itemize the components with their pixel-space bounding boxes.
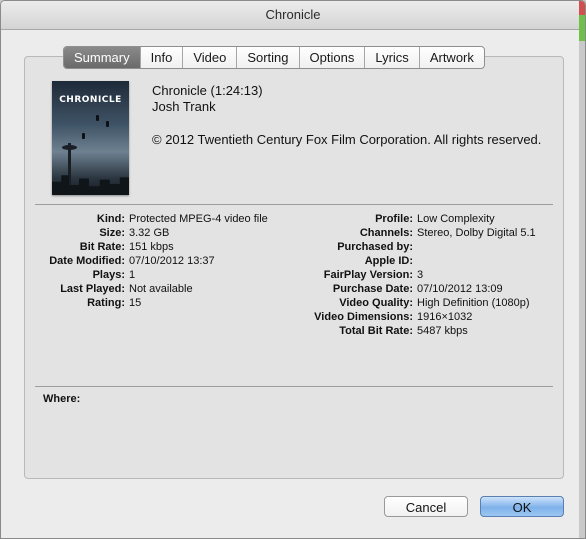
detail-row-total-bit-rate: Total Bit Rate: 5487 kbps <box>291 324 536 338</box>
detail-row-size: Size: 3.32 GB <box>35 226 268 240</box>
detail-value: Protected MPEG-4 video file <box>129 213 268 225</box>
artwork-flying-figure <box>96 115 99 121</box>
artwork-flying-figure <box>82 133 85 139</box>
detail-label: Rating: <box>87 297 125 309</box>
detail-label: Bit Rate: <box>79 241 125 253</box>
detail-value: 07/10/2012 13:37 <box>129 255 215 267</box>
detail-row-bit-rate: Bit Rate: 151 kbps <box>35 240 268 254</box>
detail-row-last-played: Last Played: Not available <box>35 282 268 296</box>
detail-label: Plays: <box>92 269 125 281</box>
where-label: Where: <box>43 393 81 405</box>
detail-row-rating: Rating: 15 <box>35 296 268 310</box>
detail-value: 151 kbps <box>129 241 174 253</box>
detail-row-fairplay-version: FairPlay Version: 3 <box>291 268 536 282</box>
detail-label: Apple ID: <box>364 255 413 267</box>
detail-row-apple-id: Apple ID: <box>291 254 536 268</box>
detail-value: 3 <box>417 269 424 281</box>
item-title: Chronicle (1:24:13) <box>152 83 263 98</box>
detail-label: Total Bit Rate: <box>339 325 413 337</box>
detail-label: FairPlay Version: <box>323 269 413 281</box>
detail-value: 3.32 GB <box>129 227 170 239</box>
movie-artwork: CHRONICLE <box>52 81 129 195</box>
detail-label: Date Modified: <box>49 255 125 267</box>
detail-value: Not available <box>129 283 193 295</box>
detail-label: Kind: <box>96 213 125 225</box>
detail-value: 1 <box>129 269 136 281</box>
detail-label: Video Dimensions: <box>314 311 413 323</box>
detail-value: 5487 kbps <box>417 325 468 337</box>
detail-row-profile: Profile: Low Complexity <box>291 212 536 226</box>
item-artist: Josh Trank <box>152 99 216 114</box>
tab-video[interactable]: Video <box>182 47 236 68</box>
cancel-button[interactable]: Cancel <box>384 496 468 517</box>
artwork-skyline <box>52 175 129 195</box>
artwork-flying-figure <box>106 121 109 127</box>
ok-button[interactable]: OK <box>480 496 564 517</box>
detail-label: Size: <box>99 227 125 239</box>
detail-label: Profile: <box>375 213 413 225</box>
tab-artwork[interactable]: Artwork <box>418 47 484 68</box>
detail-row-channels: Channels: Stereo, Dolby Digital 5.1 <box>291 226 536 240</box>
window-title: Chronicle <box>1 1 585 30</box>
background-window-edge <box>579 1 585 538</box>
tab-lyrics[interactable]: Lyrics <box>364 47 418 68</box>
detail-value: High Definition (1080p) <box>417 297 530 309</box>
detail-label: Purchased by: <box>337 241 413 253</box>
detail-value: 07/10/2012 13:09 <box>417 283 503 295</box>
detail-label: Purchase Date: <box>332 283 413 295</box>
details-left-column: Kind: Protected MPEG-4 video file Size: 3.… <box>35 212 268 310</box>
detail-value: Low Complexity <box>417 213 495 225</box>
detail-row-video-dimensions: Video Dimensions: 1916×1032 <box>291 310 536 324</box>
detail-value: 1916×1032 <box>417 311 473 323</box>
tab-summary[interactable]: Summary <box>64 47 140 68</box>
detail-row-kind: Kind: Protected MPEG-4 video file <box>35 212 268 226</box>
details-right-column: Profile: Low Complexity Channels: Stereo, … <box>291 212 536 338</box>
detail-value: 15 <box>129 297 142 309</box>
detail-value: Stereo, Dolby Digital 5.1 <box>417 227 536 239</box>
info-dialog-window: Chronicle Summary Info Video Sorting Opt… <box>0 0 586 539</box>
tab-sorting[interactable]: Sorting <box>236 47 298 68</box>
tab-options[interactable]: Options <box>298 47 365 68</box>
detail-row-date-modified: Date Modified: 07/10/2012 13:37 <box>35 254 268 268</box>
tab-bar: Summary Info Video Sorting Options Lyric… <box>63 46 485 69</box>
detail-row-plays: Plays: 1 <box>35 268 268 282</box>
detail-label: Channels: <box>359 227 413 239</box>
item-copyright: © 2012 Twentieth Century Fox Film Corpor… <box>152 132 542 147</box>
detail-label: Video Quality: <box>339 297 413 309</box>
section-divider <box>35 386 553 387</box>
detail-label: Last Played: <box>60 283 125 295</box>
tab-info[interactable]: Info <box>139 47 183 68</box>
detail-row-purchase-date: Purchase Date: 07/10/2012 13:09 <box>291 282 536 296</box>
artwork-title-text: CHRONICLE <box>59 95 122 105</box>
detail-row-video-quality: Video Quality: High Definition (1080p) <box>291 296 536 310</box>
section-divider <box>35 204 553 205</box>
detail-row-purchased-by: Purchased by: <box>291 240 536 254</box>
